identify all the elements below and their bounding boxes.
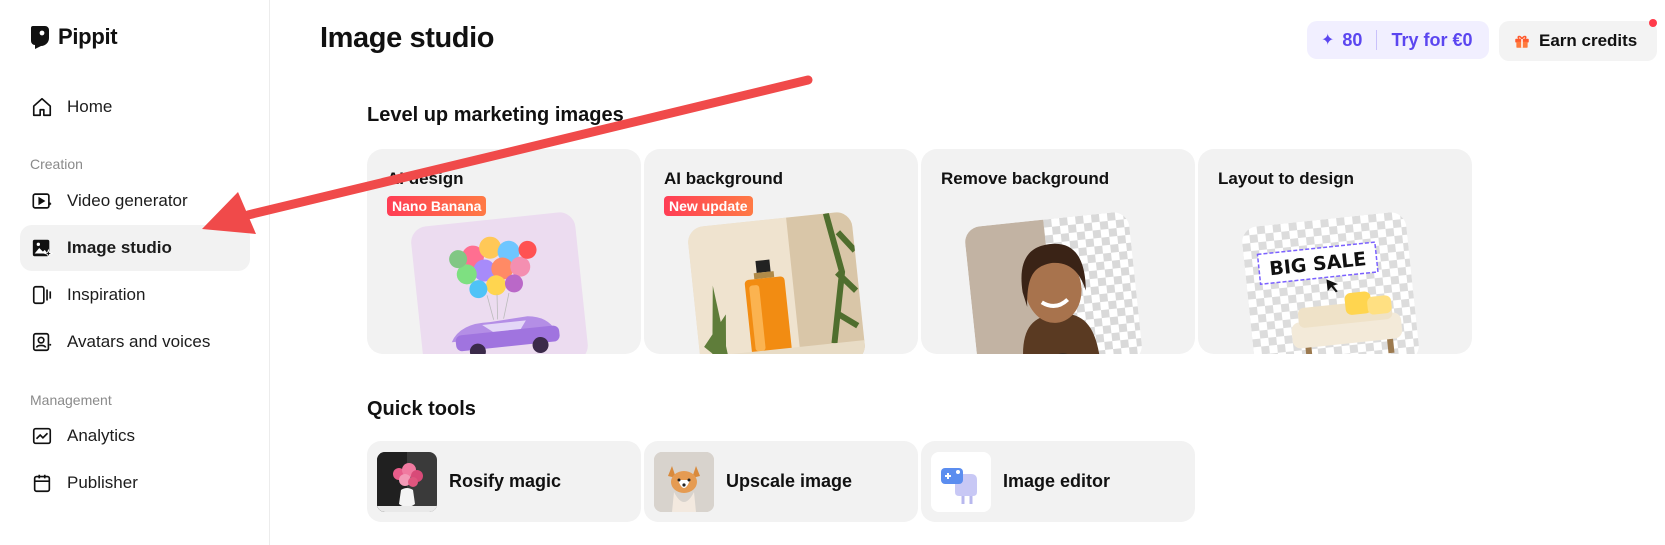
sparkle-icon: ✦ bbox=[1321, 32, 1335, 49]
section-title-quick-tools: Quick tools bbox=[367, 398, 476, 420]
card-layout-to-design[interactable]: Layout to design BIG SALE bbox=[1198, 149, 1472, 354]
page-title: Image studio bbox=[320, 22, 495, 54]
tool-upscale-image[interactable]: Upscale image bbox=[644, 441, 918, 522]
notification-dot bbox=[1649, 19, 1657, 27]
sidebar-item-video-generator[interactable]: Video generator bbox=[20, 178, 250, 224]
try-free-button[interactable]: Try for €0 bbox=[1391, 30, 1472, 51]
image-editor-thumbnail bbox=[931, 451, 991, 512]
sidebar-item-label: Video generator bbox=[67, 191, 188, 210]
card-badge: New update bbox=[664, 196, 753, 216]
card-title: Layout to design bbox=[1218, 169, 1354, 188]
card-badge: Nano Banana bbox=[387, 196, 487, 216]
sidebar-item-avatars-voices[interactable]: Avatars and voices bbox=[20, 319, 250, 365]
tool-rosify-magic[interactable]: Rosify magic bbox=[367, 441, 641, 522]
sidebar-item-label: Publisher bbox=[67, 473, 138, 492]
card-remove-background[interactable]: Remove background bbox=[921, 149, 1195, 354]
inspiration-icon bbox=[32, 285, 52, 305]
tool-label: Image editor bbox=[1003, 471, 1111, 491]
earn-credits-label: Earn credits bbox=[1539, 31, 1638, 50]
pippit-logo[interactable]: Pippit bbox=[30, 24, 118, 50]
card-title: AI background bbox=[664, 169, 784, 188]
credits-pill[interactable]: ✦ 80 Try for €0 bbox=[1307, 21, 1489, 59]
corgi-thumbnail bbox=[654, 451, 714, 512]
sidebar-item-analytics[interactable]: Analytics bbox=[20, 413, 250, 459]
sidebar-item-label: Avatars and voices bbox=[67, 332, 211, 351]
sidebar-item-label: Inspiration bbox=[67, 285, 146, 304]
card-title: AI design bbox=[387, 169, 464, 188]
calendar-icon bbox=[33, 474, 51, 493]
portrait-checkerboard-illustration bbox=[963, 210, 1144, 354]
perfume-bottle-illustration bbox=[686, 210, 867, 354]
section-heading-management: Management bbox=[30, 392, 112, 408]
tool-label: Upscale image bbox=[726, 471, 853, 491]
card-ai-design[interactable]: AI design Nano Banana bbox=[367, 149, 641, 354]
card-ai-background[interactable]: AI background New update bbox=[644, 149, 918, 354]
image-sparkle-icon bbox=[32, 239, 53, 259]
sidebar-item-inspiration[interactable]: Inspiration bbox=[20, 272, 250, 318]
video-play-icon bbox=[32, 193, 52, 209]
sidebar-item-label: Home bbox=[67, 97, 113, 116]
analytics-icon bbox=[32, 427, 52, 445]
section-title-marketing: Level up marketing images bbox=[367, 104, 624, 126]
big-sale-layout-illustration: BIG SALE bbox=[1240, 210, 1421, 354]
rose-vase-thumbnail bbox=[377, 451, 437, 512]
pippit-logo-icon bbox=[31, 26, 49, 49]
home-icon bbox=[32, 97, 52, 117]
pill-divider bbox=[1376, 30, 1378, 50]
tool-label: Rosify magic bbox=[449, 471, 562, 491]
sidebar-item-home[interactable]: Home bbox=[20, 84, 250, 130]
sidebar-item-publisher[interactable]: Publisher bbox=[20, 460, 250, 506]
earn-credits-button[interactable]: Earn credits bbox=[1499, 21, 1657, 61]
sidebar-item-image-studio[interactable]: Image studio bbox=[20, 225, 250, 271]
sidebar-item-label: Image studio bbox=[67, 238, 172, 257]
gift-icon bbox=[1515, 35, 1529, 48]
app-name: Pippit bbox=[58, 24, 118, 49]
credits-count: 80 bbox=[1342, 29, 1363, 50]
card-title: Remove background bbox=[941, 169, 1110, 188]
sidebar: Pippit Home Creation Video generator Ima… bbox=[0, 0, 270, 545]
balloon-car-illustration bbox=[409, 210, 590, 354]
tool-image-editor[interactable]: Image editor bbox=[921, 441, 1195, 522]
sidebar-item-label: Analytics bbox=[67, 426, 136, 445]
section-heading-creation: Creation bbox=[30, 156, 83, 172]
avatar-icon bbox=[32, 332, 52, 352]
